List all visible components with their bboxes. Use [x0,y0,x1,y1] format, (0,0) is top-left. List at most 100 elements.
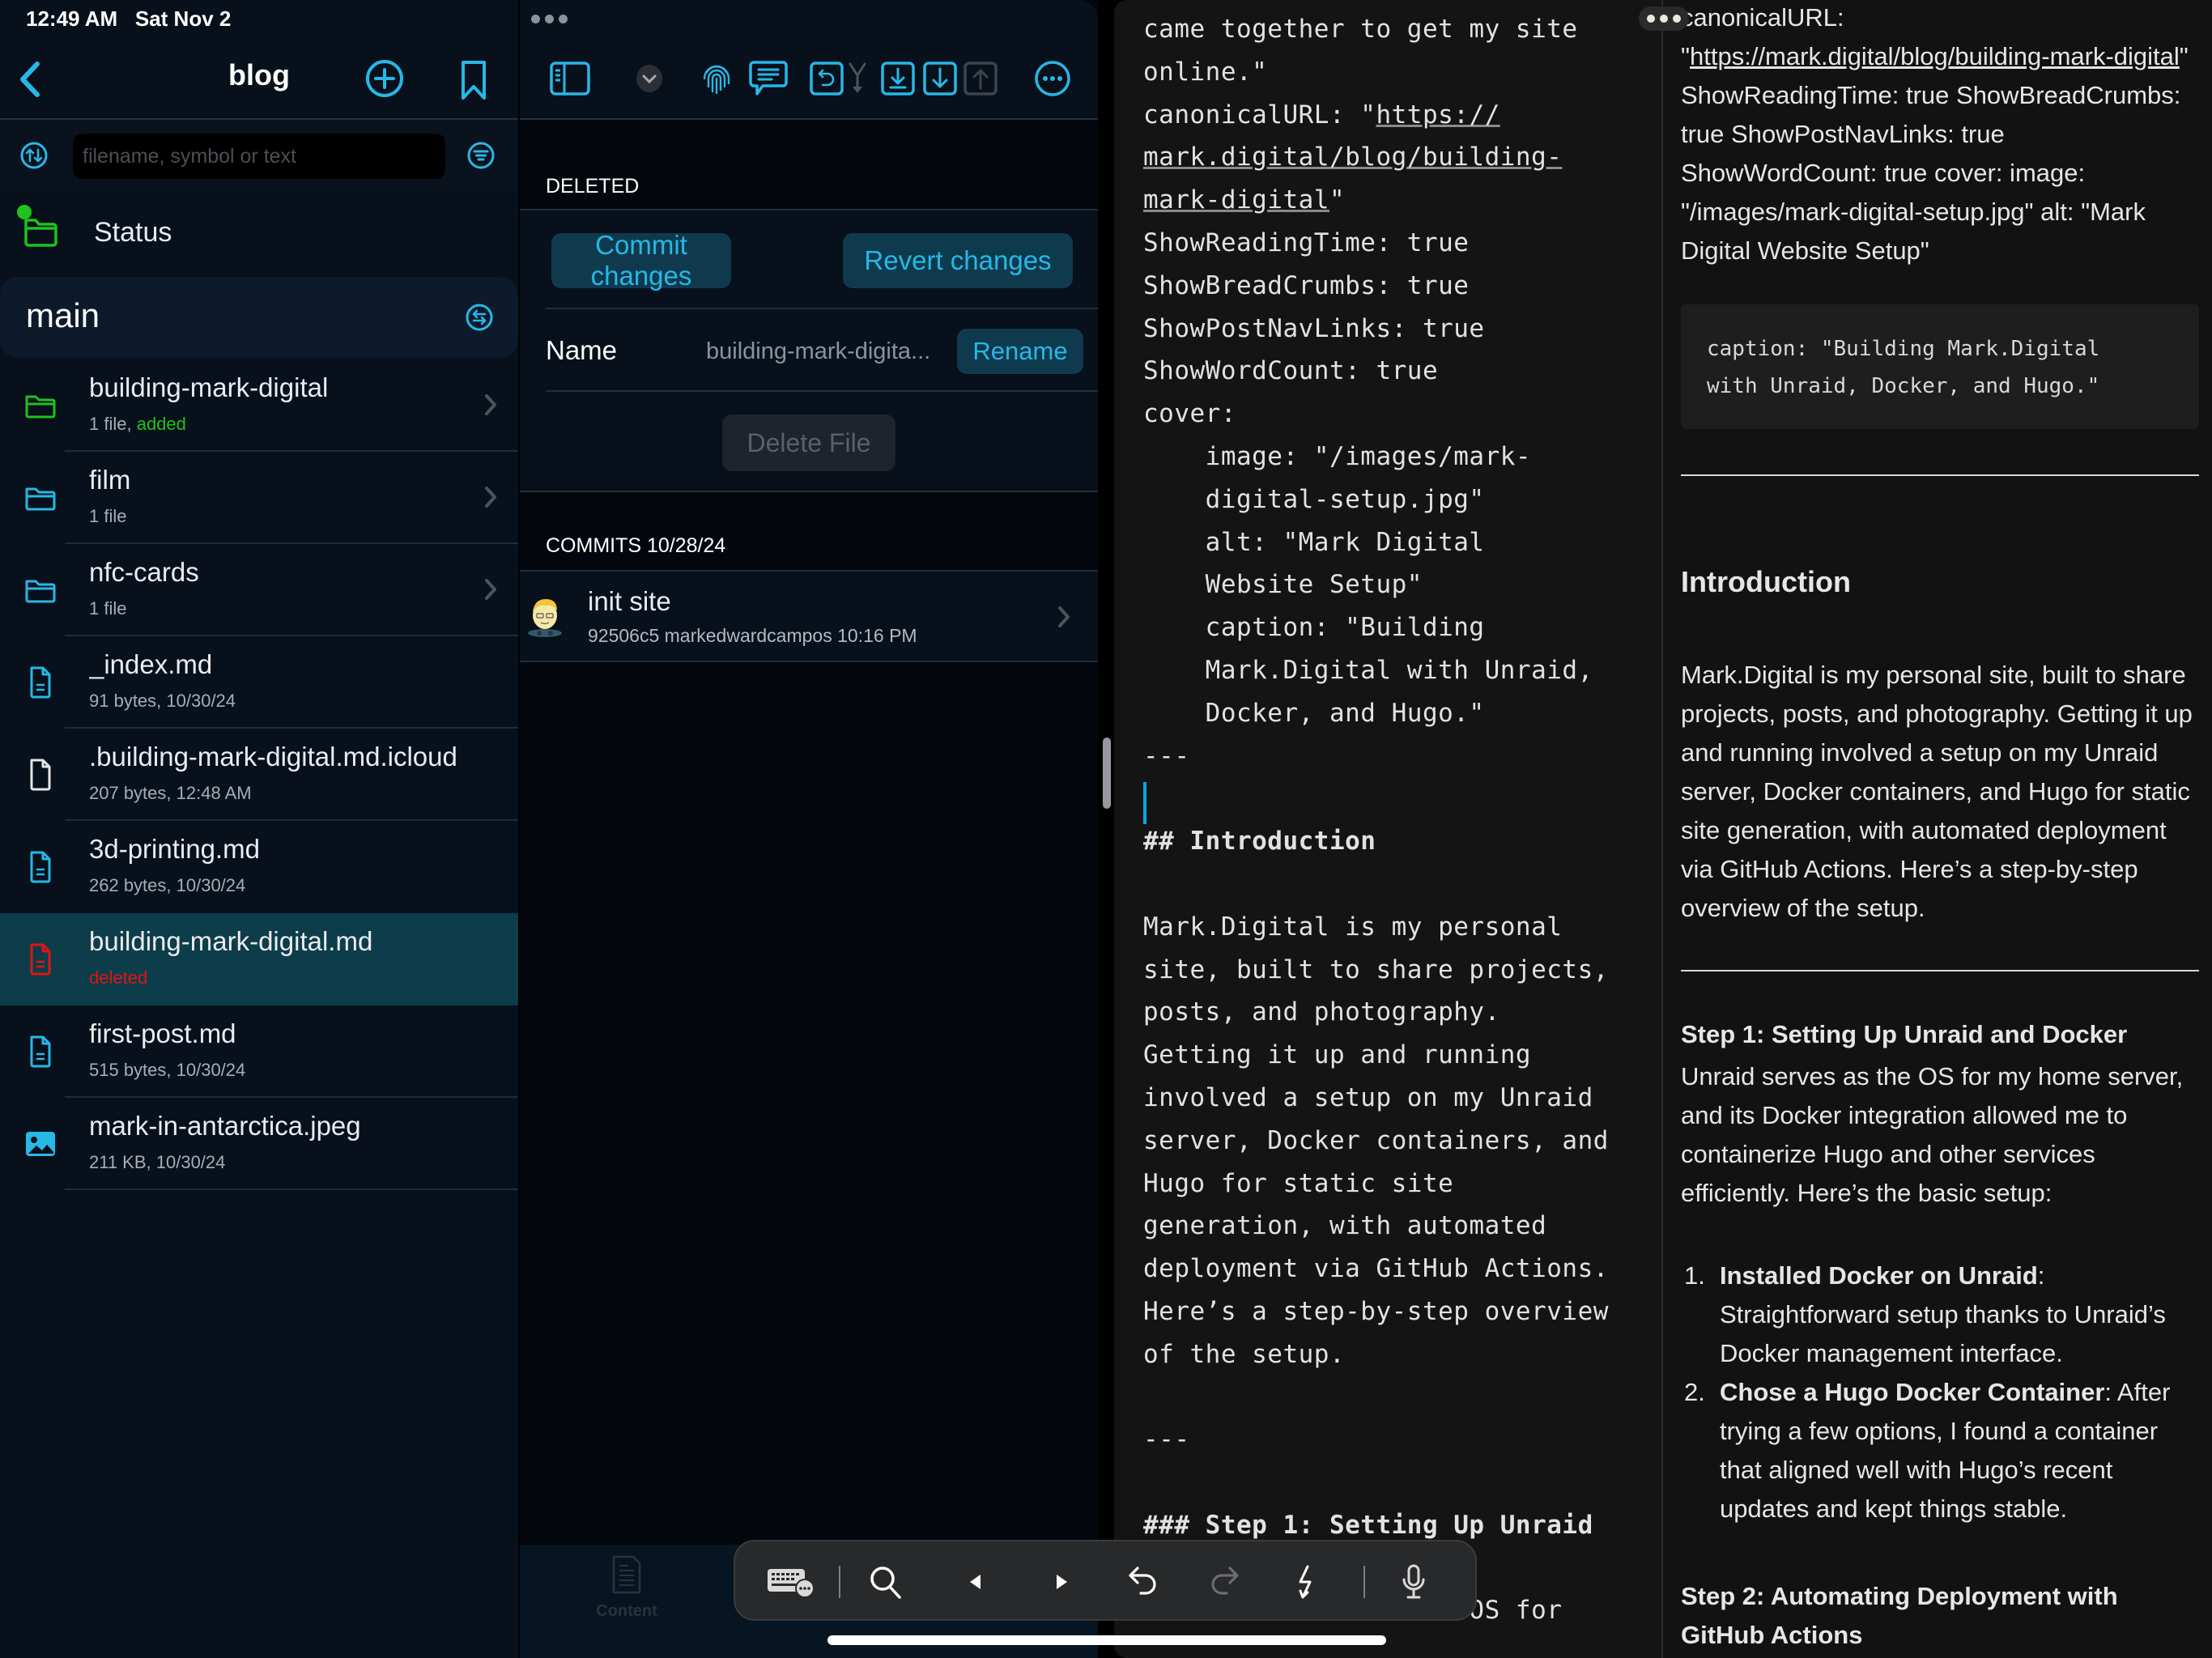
file-list-item[interactable]: _index.md 91 bytes, 10/30/24 [0,636,518,729]
dropdown-button[interactable] [633,58,666,99]
file-list-item[interactable]: nfc-cards 1 file [0,544,518,636]
change-status-header: DELETED [546,175,640,198]
canonical-url-link[interactable]: https://mark.digital/blog/building-mark-… [1690,42,2180,70]
chevron-right-icon [1058,606,1070,627]
document-icon [30,943,51,976]
repo-title: blog [228,58,290,91]
commit-item[interactable]: init site 92506c5 markedwardcampos 10:16… [520,570,1098,662]
file-list-item[interactable]: film 1 file [0,452,518,544]
file-name: _index.md [89,649,213,679]
file-name: mark-in-antarctica.jpeg [89,1111,361,1141]
editor-line: involved a setup on my Unraid [1143,1082,1593,1112]
status-time: 12:49 AM [26,6,118,31]
fetch-button[interactable] [881,58,915,99]
home-indicator[interactable] [827,1635,1386,1645]
file-list-item[interactable]: 3d-printing.md 262 bytes, 10/30/24 [0,821,518,913]
file-name: 3d-printing.md [89,834,260,864]
document-icon [30,666,51,699]
commit-changes-button[interactable]: Commit changes [551,230,731,291]
dictation-button[interactable] [1397,1559,1430,1605]
fingerprint-icon [703,65,730,95]
branch-name: main [26,296,100,334]
rename-button[interactable]: Rename [957,329,1083,374]
chevron-right-icon [485,579,496,600]
file-browser-sidebar: 12:49 AM Sat Nov 2 blog Status main buil… [0,0,518,1658]
code-block: caption: "Building Mark.Digital with Unr… [1681,304,2199,429]
commit-message-button[interactable] [748,58,789,99]
text-cursor [1143,782,1146,824]
file-meta: 262 bytes, 10/30/24 [89,875,246,895]
list-item: 2. Chose a Hugo Docker Container: After t… [1681,1373,2199,1528]
revert-button[interactable] [810,58,844,99]
arrow-down-square-icon [923,62,957,96]
switch-branch-button[interactable] [463,301,496,334]
cursor-right-button[interactable] [1048,1559,1077,1605]
filter-button[interactable] [465,139,497,172]
undo-button[interactable] [1124,1559,1163,1605]
authenticate-button[interactable] [700,58,734,99]
window-options-button[interactable] [1639,6,1689,31]
keyboard-options-button[interactable] [764,1559,816,1605]
sort-button[interactable] [18,139,50,172]
file-name: nfc-cards [89,557,199,587]
chevron-right-icon [485,487,496,508]
editor-link[interactable]: https:// [1376,100,1499,130]
file-meta: 1 file, added [89,414,186,434]
file-list-item[interactable]: building-mark-digital 1 file, added [0,359,518,452]
delete-file-button[interactable]: Delete File [722,414,895,471]
file-meta: 211 KB, 10/30/24 [89,1152,226,1172]
front-matter-text: canonicalURL: "https://mark.digital/blog… [1681,3,2189,265]
tab-content[interactable]: Content [578,1554,675,1621]
search-icon [870,1567,901,1599]
list-number: 2. [1684,1378,1705,1406]
find-button[interactable] [866,1559,905,1605]
revert-changes-button[interactable]: Revert changes [843,233,1073,288]
editor-link[interactable]: mark-digital [1143,185,1329,215]
search-input[interactable] [73,134,445,179]
file-detail-pane: DELETED Commit changes Revert changes Na… [520,0,1098,1658]
bookmark-button[interactable] [455,57,492,104]
file-list-item[interactable]: first-post.md 515 bytes, 10/30/24 [0,1005,518,1098]
horizontal-rule [1681,970,2199,971]
divider [546,390,1098,392]
blank-file-icon [30,759,51,791]
file-meta: 207 bytes, 12:48 AM [89,783,252,803]
more-options-button[interactable] [1033,58,1072,99]
list-item-title: Installed Docker on Unraid [1720,1261,2038,1290]
file-list-item[interactable]: mark-in-antarctica.jpeg 211 KB, 10/30/24 [0,1098,518,1190]
list-item: 1. Installed Docker on Unraid: Straightfo… [1681,1256,2199,1373]
split-view-resize-handle[interactable] [1103,738,1111,809]
file-name: building-mark-digital [89,372,329,402]
commit-title: init site [588,586,671,616]
status-row[interactable]: Status [0,191,518,275]
file-list-item[interactable]: .building-mark-digital.md.icloud 207 byte… [0,729,518,821]
pull-button[interactable] [923,58,957,99]
cursor-left-button[interactable] [960,1559,989,1605]
file-list-item[interactable]: building-mark-digital.md deleted [0,913,518,1005]
commit-author: markedwardcampos [664,625,832,646]
file-name: .building-mark-digital.md.icloud [89,742,457,772]
status-folder-icon [17,205,57,247]
add-file-button[interactable] [363,57,406,100]
editor-text[interactable]: came together to get my site online." cano… [1143,8,1653,1632]
markdown-editor[interactable]: came together to get my site online." cano… [1114,0,1661,1658]
name-label: Name [546,335,618,365]
branch-selector[interactable]: main [0,277,518,358]
file-name: film [89,465,131,495]
multitasking-dots[interactable] [531,15,568,23]
commit-time: 10:16 PM [837,625,917,646]
editor-line: ShowReadingTime: true [1143,227,1470,257]
editor-line: site, built to share projects, [1143,954,1609,984]
push-button[interactable] [963,58,998,99]
toggle-sidebar-button[interactable] [549,58,591,99]
tab-content-label: Content [596,1602,657,1620]
shortcuts-button[interactable] [1291,1559,1320,1605]
redo-button[interactable] [1205,1559,1244,1605]
merge-button[interactable] [847,58,868,99]
editor-link[interactable]: mark.digital/blog/building- [1143,142,1562,172]
merge-icon [849,62,866,93]
sidebar-icon [550,62,590,96]
folder-icon [25,395,56,419]
keyboard-shortcut-bar [734,1540,1477,1621]
commit-meta: 92506c5 markedwardcampos 10:16 PM [588,625,917,647]
